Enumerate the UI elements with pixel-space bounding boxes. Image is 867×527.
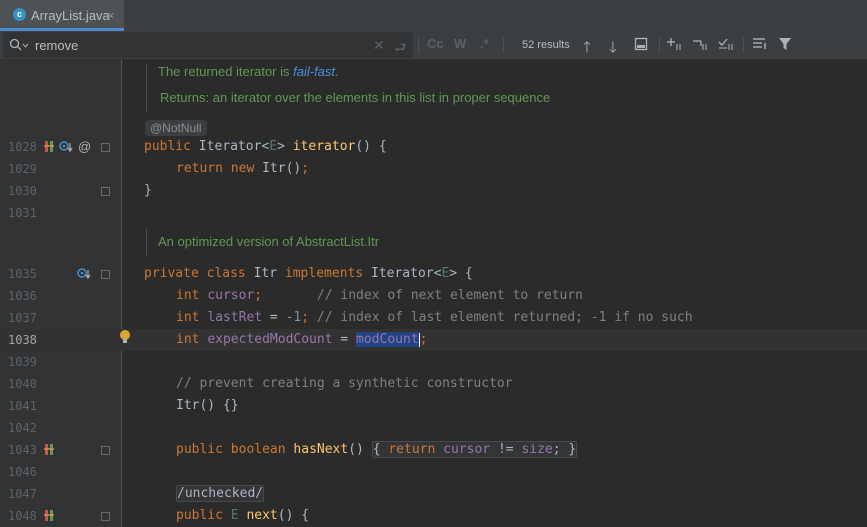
find-bar: remove ✕ ⮐ Cc W .* 52 results 🡑 🡓: [0, 31, 867, 60]
toolbar-divider: [503, 37, 504, 53]
line-number[interactable]: 1041: [8, 399, 48, 413]
code-line[interactable]: public E next() {: [176, 508, 309, 523]
toolbar-divider: [743, 37, 744, 53]
code-line[interactable]: }: [144, 183, 152, 198]
code-comment[interactable]: // prevent creating a synthetic construc…: [176, 376, 513, 391]
clear-search-icon[interactable]: ✕: [373, 37, 385, 54]
line-number[interactable]: 1048: [8, 509, 48, 523]
search-input-value: remove: [35, 38, 79, 53]
select-all-occurrences-icon[interactable]: [634, 37, 648, 55]
line-number[interactable]: 1040: [8, 377, 48, 391]
javadoc-class-text: An optimized version of AbstractList.Itr: [158, 234, 380, 249]
replace-toggle-icon[interactable]: ⮐: [394, 37, 407, 61]
lightbulb-icon[interactable]: [118, 329, 132, 348]
code-line[interactable]: return new Itr();: [176, 161, 309, 176]
search-results-count: 52 results: [522, 39, 570, 51]
class-c-icon: c: [13, 8, 26, 21]
line-number[interactable]: 1037: [8, 311, 48, 325]
show-filter-popup-icon[interactable]: [752, 37, 768, 55]
fold-marker[interactable]: [101, 446, 110, 455]
implementing-method-icon[interactable]: [43, 509, 55, 525]
line-number[interactable]: 1039: [8, 355, 48, 369]
toolbar-divider: [418, 37, 419, 53]
unselect-occurrence-icon[interactable]: [692, 37, 710, 55]
line-number[interactable]: 1031: [8, 206, 48, 220]
javadoc-returns: Returns: an iterator over the elements i…: [146, 84, 550, 112]
tab-arraylist-java[interactable]: c ArrayList.java ×: [0, 0, 124, 28]
search-icon: [9, 38, 29, 57]
add-occurrence-icon[interactable]: [666, 37, 684, 55]
selected-text: modCount: [356, 332, 419, 347]
fold-marker[interactable]: [101, 512, 110, 521]
line-number[interactable]: 1046: [8, 465, 48, 479]
code-line[interactable]: int cursor; // index of next element to …: [176, 288, 583, 303]
next-occurrence-icon[interactable]: 🡓: [609, 37, 617, 62]
search-input[interactable]: remove ✕ ⮐: [3, 32, 413, 58]
implementing-method-icon[interactable]: [43, 443, 55, 459]
code-line[interactable]: Itr() {}: [176, 398, 239, 413]
notnull-annotation: @NotNull: [145, 120, 207, 136]
regex-button[interactable]: .*: [480, 36, 489, 51]
close-icon[interactable]: ×: [107, 8, 115, 23]
javadoc-returns-text: Returns: an iterator over the elements i…: [160, 90, 551, 105]
code-line[interactable]: /unchecked/: [176, 485, 265, 502]
toolbar-divider: [659, 37, 660, 53]
line-number[interactable]: 1043: [8, 443, 48, 457]
javadoc-class-doc: An optimized version of AbstractList.Itr: [146, 228, 379, 256]
line-number[interactable]: 1035: [8, 267, 48, 281]
fold-marker[interactable]: [101, 270, 110, 279]
implementations-icon[interactable]: [77, 267, 91, 283]
fold-marker[interactable]: [101, 187, 110, 196]
code-line[interactable]: int lastRet = -1; // index of last eleme…: [176, 310, 693, 325]
select-all-checkbox-icon[interactable]: [718, 37, 736, 55]
javadoc-text-suffix: .: [335, 64, 339, 79]
line-number[interactable]: 1036: [8, 289, 48, 303]
annotation-at-icon[interactable]: @: [78, 139, 91, 154]
javadoc-text: The returned iterator is fail-fast.: [146, 64, 339, 84]
line-number[interactable]: 1029: [8, 162, 48, 176]
filter-icon[interactable]: [778, 37, 792, 55]
editor-tab-bar: c ArrayList.java ×: [0, 0, 867, 31]
implementing-method-icon[interactable]: [43, 140, 55, 156]
code-line[interactable]: private class Itr implements Iterator<E>…: [144, 266, 473, 281]
code-line[interactable]: int expectedModCount = modCount;: [176, 332, 427, 347]
line-number[interactable]: 1028: [8, 140, 48, 154]
code-line[interactable]: public boolean hasNext() { return cursor…: [176, 441, 578, 458]
fold-marker[interactable]: [101, 143, 110, 152]
line-number[interactable]: 1047: [8, 487, 48, 501]
tab-label: ArrayList.java: [31, 8, 110, 23]
match-case-button[interactable]: Cc: [427, 36, 444, 51]
gutter-divider: [121, 60, 122, 527]
previous-occurrence-icon[interactable]: 🡑: [583, 37, 591, 62]
line-number[interactable]: 1038: [8, 333, 48, 347]
javadoc-link[interactable]: fail-fast: [293, 64, 335, 79]
line-number[interactable]: 1042: [8, 421, 48, 435]
line-number[interactable]: 1030: [8, 184, 48, 198]
overrides-method-icon[interactable]: [59, 140, 73, 156]
folded-annotation: /unchecked/: [176, 485, 265, 502]
folded-region: { return cursor != size; }: [371, 441, 578, 458]
whole-words-button[interactable]: W: [454, 36, 466, 51]
javadoc-text-prefix: The returned iterator is: [158, 64, 294, 79]
code-line[interactable]: public Iterator<E> iterator() {: [144, 139, 387, 154]
